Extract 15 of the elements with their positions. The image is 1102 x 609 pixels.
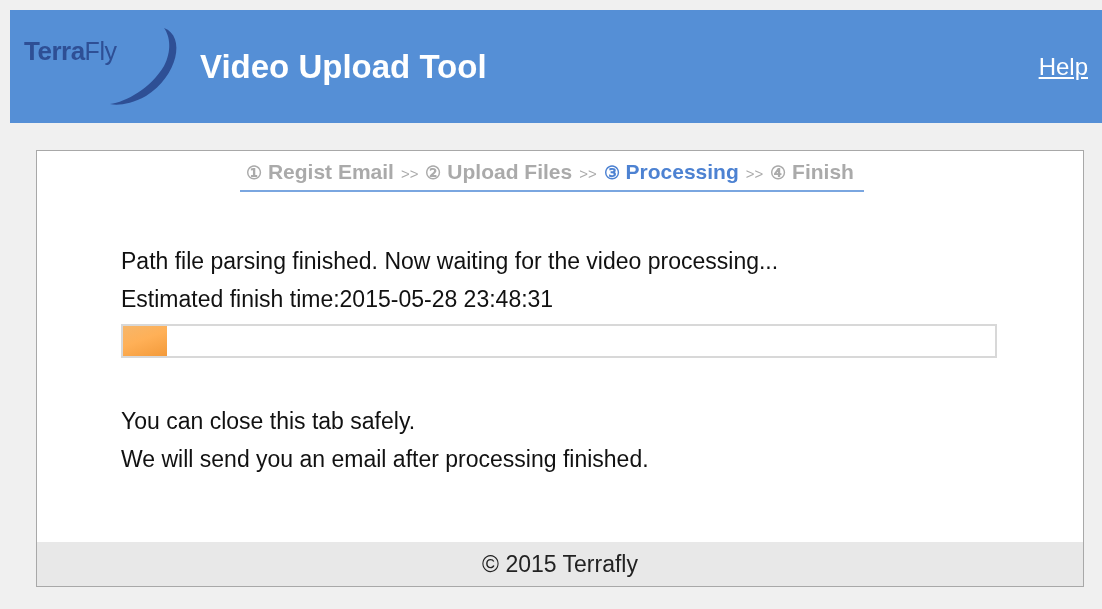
step-label: ③ Processing — [603, 160, 739, 184]
app-title: Video Upload Tool — [200, 47, 488, 86]
logo-wordmark: TerraFly — [24, 36, 117, 67]
info-text: We will send you an email after processing finished. — [121, 446, 650, 473]
step-separator: >> — [400, 165, 419, 182]
step-label: ② Upload Files — [425, 160, 573, 184]
info-text: You can close this tab safely. — [121, 408, 417, 435]
copyright-text: © 2015 Terrafly — [482, 550, 638, 578]
step-separator: >> — [579, 165, 597, 182]
step-label: ① Regist Email — [246, 160, 394, 184]
status-message: Path file parsing finished. Now waiting for the video processing... — [121, 248, 780, 275]
step-label: ④ Finish — [770, 160, 854, 184]
step-separator: >> — [745, 165, 764, 182]
estimated-time: Estimated finish time:2015-05-28 23:48:31 — [121, 286, 555, 313]
help-link[interactable]: Help — [1038, 52, 1088, 81]
